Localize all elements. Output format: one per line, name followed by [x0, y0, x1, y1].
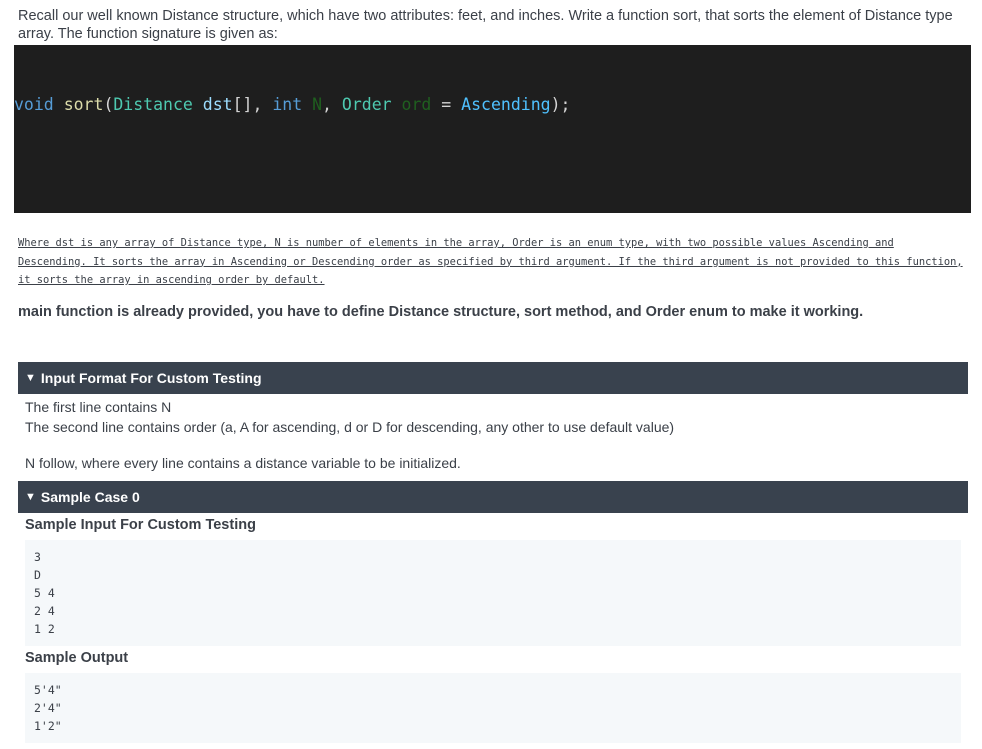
sample-input-heading: Sample Input For Custom Testing — [25, 517, 256, 533]
code-block: void sort(Distance dst[], int N, Order o… — [14, 45, 971, 213]
keyword-int: int — [272, 95, 303, 114]
sample-input-block: 3 D 5 4 2 4 1 2 — [25, 540, 961, 646]
keyword-void: void — [14, 95, 54, 114]
function-signature: void sort(Distance dst[], int N, Order o… — [14, 95, 570, 114]
type-order: Order — [341, 95, 392, 114]
close-paren: ); — [550, 95, 571, 114]
function-name: sort — [63, 95, 104, 114]
triangle-down-icon: ▼ — [25, 372, 36, 384]
main-note: main function is already provided, you h… — [18, 304, 864, 320]
description-text: Where dst is any array of Distance type,… — [18, 237, 963, 286]
input-format-header[interactable]: ▼ Input Format For Custom Testing — [18, 362, 968, 394]
param-dst: dst — [202, 95, 233, 114]
sample-case-header[interactable]: ▼ Sample Case 0 — [18, 481, 968, 513]
equals: = — [431, 95, 462, 114]
input-format-title: Input Format For Custom Testing — [40, 370, 262, 386]
problem-intro: Recall our well known Distance structure… — [18, 8, 953, 42]
value-ascending: Ascending — [461, 95, 551, 114]
sample-output-heading: Sample Output — [25, 650, 129, 666]
param-ord: ord — [401, 95, 432, 114]
sample-case-title: Sample Case 0 — [40, 489, 140, 505]
brackets-comma: [], — [232, 95, 273, 114]
input-format-line1: The first line contains N — [25, 399, 172, 415]
input-format-line2: The second line contains order (a, A for… — [25, 419, 675, 435]
triangle-down-icon: ▼ — [25, 491, 36, 503]
sample-output-block: 5'4" 2'4" 1'2" — [25, 673, 961, 743]
type-distance: Distance — [113, 95, 193, 114]
paren-open: ( — [103, 95, 114, 114]
comma: , — [322, 95, 342, 114]
input-format-line3: N follow, where every line contains a di… — [25, 455, 461, 471]
param-n: N — [312, 95, 323, 114]
